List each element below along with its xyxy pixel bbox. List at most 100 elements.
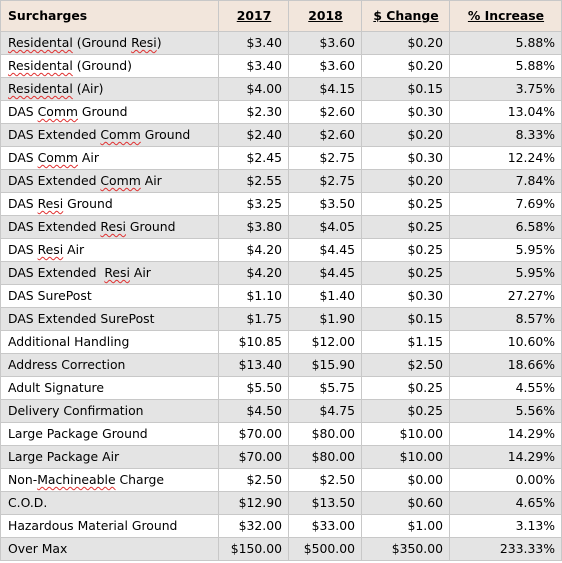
cell-surcharge-name[interactable]: DAS Resi Air [0, 238, 219, 262]
cell-2017[interactable]: $3.40 [218, 31, 289, 55]
cell-surcharge-name[interactable]: DAS Extended SurePost [0, 307, 219, 331]
cell-2017[interactable]: $32.00 [218, 514, 289, 538]
cell-2018[interactable]: $4.45 [288, 238, 362, 262]
cell-surcharge-name[interactable]: DAS Extended Resi Ground [0, 215, 219, 239]
cell-2018[interactable]: $3.50 [288, 192, 362, 216]
cell-2017[interactable]: $1.10 [218, 284, 289, 308]
cell-dollar-change[interactable]: $0.30 [361, 100, 450, 124]
cell-surcharge-name[interactable]: DAS Resi Ground [0, 192, 219, 216]
cell-2017[interactable]: $2.45 [218, 146, 289, 170]
cell-2018[interactable]: $5.75 [288, 376, 362, 400]
cell-dollar-change[interactable]: $1.15 [361, 330, 450, 354]
cell-2018[interactable]: $3.60 [288, 54, 362, 78]
cell-percent-increase[interactable]: 5.95% [449, 238, 562, 262]
cell-dollar-change[interactable]: $0.20 [361, 169, 450, 193]
cell-2018[interactable]: $4.05 [288, 215, 362, 239]
cell-2018[interactable]: $2.75 [288, 146, 362, 170]
cell-percent-increase[interactable]: 8.33% [449, 123, 562, 147]
cell-2017[interactable]: $3.40 [218, 54, 289, 78]
cell-2017[interactable]: $2.50 [218, 468, 289, 492]
cell-dollar-change[interactable]: $0.25 [361, 215, 450, 239]
cell-dollar-change[interactable]: $0.20 [361, 123, 450, 147]
cell-2017[interactable]: $5.50 [218, 376, 289, 400]
cell-2018[interactable]: $80.00 [288, 422, 362, 446]
header-dollar-change[interactable]: $ Change [361, 0, 450, 32]
cell-surcharge-name[interactable]: Delivery Confirmation [0, 399, 219, 423]
cell-2017[interactable]: $70.00 [218, 445, 289, 469]
cell-2017[interactable]: $2.30 [218, 100, 289, 124]
cell-2017[interactable]: $12.90 [218, 491, 289, 515]
cell-surcharge-name[interactable]: Residental (Air) [0, 77, 219, 101]
cell-2018[interactable]: $2.50 [288, 468, 362, 492]
cell-dollar-change[interactable]: $0.25 [361, 261, 450, 285]
cell-2018[interactable]: $15.90 [288, 353, 362, 377]
cell-percent-increase[interactable]: 27.27% [449, 284, 562, 308]
cell-dollar-change[interactable]: $0.15 [361, 77, 450, 101]
cell-2017[interactable]: $3.80 [218, 215, 289, 239]
cell-percent-increase[interactable]: 5.56% [449, 399, 562, 423]
cell-percent-increase[interactable]: 10.60% [449, 330, 562, 354]
cell-dollar-change[interactable]: $0.00 [361, 468, 450, 492]
cell-2017[interactable]: $13.40 [218, 353, 289, 377]
cell-surcharge-name[interactable]: Residental (Ground Resi) [0, 31, 219, 55]
cell-2017[interactable]: $4.20 [218, 261, 289, 285]
cell-2018[interactable]: $2.75 [288, 169, 362, 193]
cell-2017[interactable]: $1.75 [218, 307, 289, 331]
cell-2017[interactable]: $70.00 [218, 422, 289, 446]
cell-surcharge-name[interactable]: DAS Comm Air [0, 146, 219, 170]
cell-surcharge-name[interactable]: Over Max [0, 537, 219, 561]
cell-2018[interactable]: $4.45 [288, 261, 362, 285]
cell-dollar-change[interactable]: $0.60 [361, 491, 450, 515]
cell-dollar-change[interactable]: $0.25 [361, 192, 450, 216]
cell-dollar-change[interactable]: $0.30 [361, 284, 450, 308]
cell-percent-increase[interactable]: 14.29% [449, 445, 562, 469]
cell-surcharge-name[interactable]: Large Package Ground [0, 422, 219, 446]
cell-percent-increase[interactable]: 7.84% [449, 169, 562, 193]
header-2018[interactable]: 2018 [288, 0, 362, 32]
cell-percent-increase[interactable]: 3.13% [449, 514, 562, 538]
cell-dollar-change[interactable]: $0.30 [361, 146, 450, 170]
cell-surcharge-name[interactable]: C.O.D. [0, 491, 219, 515]
cell-2018[interactable]: $500.00 [288, 537, 362, 561]
cell-percent-increase[interactable]: 5.88% [449, 31, 562, 55]
cell-percent-increase[interactable]: 13.04% [449, 100, 562, 124]
cell-2018[interactable]: $4.15 [288, 77, 362, 101]
cell-surcharge-name[interactable]: DAS Extended Comm Air [0, 169, 219, 193]
cell-2018[interactable]: $12.00 [288, 330, 362, 354]
cell-percent-increase[interactable]: 0.00% [449, 468, 562, 492]
cell-dollar-change[interactable]: $10.00 [361, 445, 450, 469]
cell-2018[interactable]: $4.75 [288, 399, 362, 423]
cell-percent-increase[interactable]: 3.75% [449, 77, 562, 101]
cell-percent-increase[interactable]: 5.95% [449, 261, 562, 285]
cell-surcharge-name[interactable]: DAS Extended Resi Air [0, 261, 219, 285]
cell-surcharge-name[interactable]: DAS SurePost [0, 284, 219, 308]
cell-percent-increase[interactable]: 6.58% [449, 215, 562, 239]
cell-dollar-change[interactable]: $2.50 [361, 353, 450, 377]
cell-2018[interactable]: $80.00 [288, 445, 362, 469]
cell-percent-increase[interactable]: 14.29% [449, 422, 562, 446]
cell-percent-increase[interactable]: 5.88% [449, 54, 562, 78]
cell-dollar-change[interactable]: $0.20 [361, 54, 450, 78]
cell-surcharge-name[interactable]: Adult Signature [0, 376, 219, 400]
cell-dollar-change[interactable]: $10.00 [361, 422, 450, 446]
cell-2018[interactable]: $1.90 [288, 307, 362, 331]
cell-surcharge-name[interactable]: Large Package Air [0, 445, 219, 469]
cell-surcharge-name[interactable]: Residental (Ground) [0, 54, 219, 78]
cell-2017[interactable]: $2.55 [218, 169, 289, 193]
cell-surcharge-name[interactable]: Additional Handling [0, 330, 219, 354]
cell-percent-increase[interactable]: 8.57% [449, 307, 562, 331]
cell-surcharge-name[interactable]: Address Correction [0, 353, 219, 377]
cell-surcharge-name[interactable]: Hazardous Material Ground [0, 514, 219, 538]
cell-percent-increase[interactable]: 4.55% [449, 376, 562, 400]
cell-dollar-change[interactable]: $0.25 [361, 399, 450, 423]
cell-dollar-change[interactable]: $1.00 [361, 514, 450, 538]
cell-percent-increase[interactable]: 18.66% [449, 353, 562, 377]
cell-2018[interactable]: $33.00 [288, 514, 362, 538]
cell-dollar-change[interactable]: $0.15 [361, 307, 450, 331]
cell-percent-increase[interactable]: 12.24% [449, 146, 562, 170]
cell-2018[interactable]: $3.60 [288, 31, 362, 55]
cell-2018[interactable]: $13.50 [288, 491, 362, 515]
cell-dollar-change[interactable]: $0.20 [361, 31, 450, 55]
cell-2017[interactable]: $4.50 [218, 399, 289, 423]
cell-2017[interactable]: $4.20 [218, 238, 289, 262]
